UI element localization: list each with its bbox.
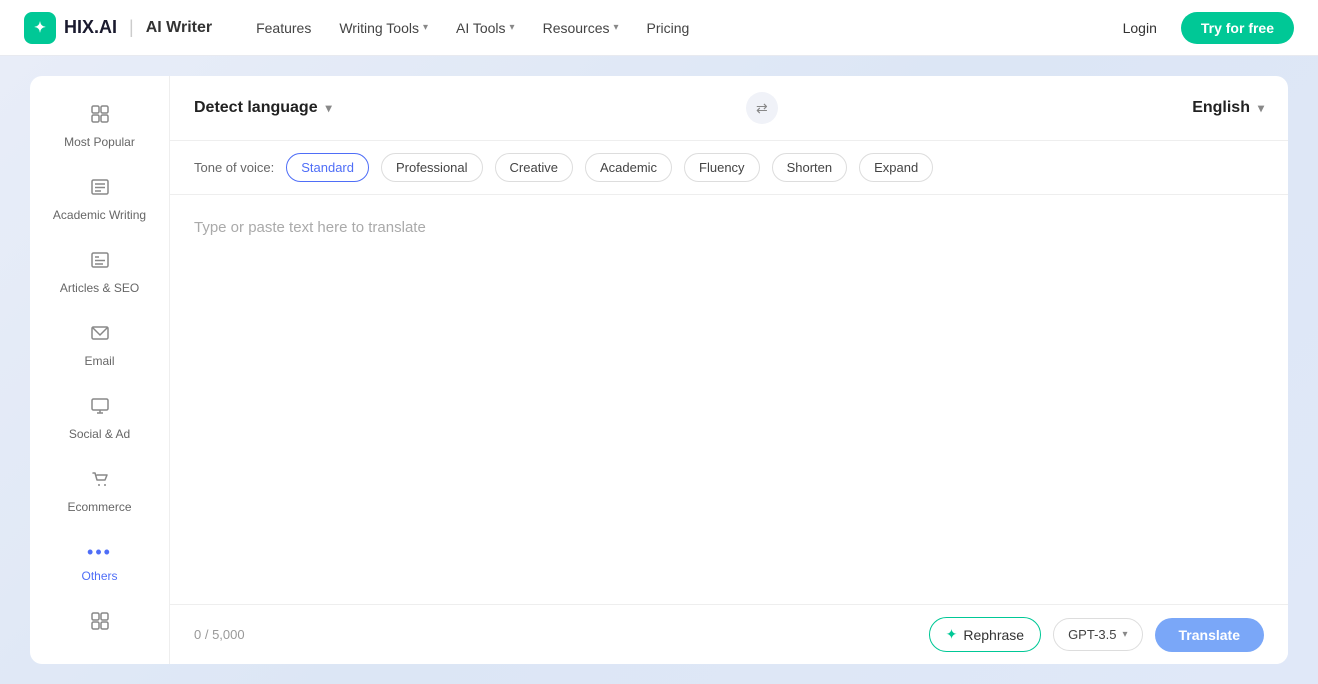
swap-language-button[interactable]: ⇄ xyxy=(746,92,778,124)
sidebar-label: Email xyxy=(84,354,114,368)
english-chevron-icon: ▾ xyxy=(1258,101,1264,115)
rephrase-label: Rephrase xyxy=(963,627,1024,643)
gpt-chevron-icon: ▾ xyxy=(1122,629,1127,640)
gpt-model-select[interactable]: GPT-3.5 ▾ xyxy=(1053,618,1142,651)
detect-chevron-icon: ▾ xyxy=(326,101,332,115)
tone-creative[interactable]: Creative xyxy=(495,153,573,182)
main-content: Detect language ▾ ⇄ English ▾ Tone of vo… xyxy=(170,76,1288,664)
sidebar-label: Academic Writing xyxy=(53,208,146,222)
tone-label: Tone of voice: xyxy=(194,160,274,175)
translate-button[interactable]: Translate xyxy=(1155,618,1264,652)
tone-expand[interactable]: Expand xyxy=(859,153,933,182)
chevron-icon: ▾ xyxy=(614,22,619,33)
chevron-icon: ▾ xyxy=(423,22,428,33)
swap-icon: ⇄ xyxy=(756,100,768,117)
page-content: Most Popular Academic Writing Articles &… xyxy=(0,56,1318,684)
logo-icon: ✦ xyxy=(24,12,56,44)
sidebar-item-ecommerce[interactable]: Ecommerce xyxy=(38,457,161,526)
logo-divider: | xyxy=(129,17,134,38)
tone-academic[interactable]: Academic xyxy=(585,153,672,182)
sidebar-item-academic-writing[interactable]: Academic Writing xyxy=(38,165,161,234)
sidebar-label: Social & Ad xyxy=(69,427,130,441)
tone-bar: Tone of voice: Standard Professional Cre… xyxy=(170,141,1288,195)
sidebar-item-others[interactable]: ••• Others xyxy=(38,530,161,595)
rephrase-button[interactable]: ✦ Rephrase xyxy=(929,617,1041,652)
academic-icon xyxy=(90,177,110,202)
all-icon xyxy=(90,611,110,636)
target-language-label: English xyxy=(1192,99,1250,117)
sidebar-item-most-popular[interactable]: Most Popular xyxy=(38,92,161,161)
nav-features[interactable]: Features xyxy=(244,14,323,42)
sidebar-item-email[interactable]: Email xyxy=(38,311,161,380)
footer-bar: 0 / 5,000 ✦ Rephrase GPT-3.5 ▾ Translate xyxy=(170,604,1288,664)
try-free-button[interactable]: Try for free xyxy=(1181,12,1294,44)
footer-actions: ✦ Rephrase GPT-3.5 ▾ Translate xyxy=(929,617,1264,652)
email-icon xyxy=(90,323,110,348)
detect-language-label: Detect language xyxy=(194,99,318,117)
articles-icon xyxy=(90,250,110,275)
others-icon: ••• xyxy=(87,542,112,563)
tone-fluency[interactable]: Fluency xyxy=(684,153,760,182)
sidebar-label: Others xyxy=(81,569,117,583)
tone-shorten[interactable]: Shorten xyxy=(772,153,848,182)
nav-links: Features Writing Tools ▾ AI Tools ▾ Reso… xyxy=(244,14,701,42)
logo-sub: AI Writer xyxy=(146,19,212,37)
sidebar-label: Ecommerce xyxy=(67,500,131,514)
translate-input-area[interactable]: Type or paste text here to translate xyxy=(170,195,1288,604)
nav-resources[interactable]: Resources ▾ xyxy=(531,14,631,42)
ecommerce-icon xyxy=(90,469,110,494)
detect-language-button[interactable]: Detect language ▾ xyxy=(194,99,332,117)
nav-right: Login Try for free xyxy=(1111,12,1294,44)
sidebar-item-all[interactable] xyxy=(38,599,161,648)
login-button[interactable]: Login xyxy=(1111,14,1169,42)
sidebar-item-social-ad[interactable]: Social & Ad xyxy=(38,384,161,453)
word-count: 0 / 5,000 xyxy=(194,627,245,642)
nav-ai-tools[interactable]: AI Tools ▾ xyxy=(444,14,527,42)
sidebar-label: Articles & SEO xyxy=(60,281,139,295)
target-language-button[interactable]: English ▾ xyxy=(1192,99,1264,117)
nav-writing-tools[interactable]: Writing Tools ▾ xyxy=(327,14,440,42)
tone-professional[interactable]: Professional xyxy=(381,153,483,182)
most-popular-icon xyxy=(90,104,110,129)
nav-left: ✦ HIX.AI | AI Writer Features Writing To… xyxy=(24,12,701,44)
tone-standard[interactable]: Standard xyxy=(286,153,369,182)
chevron-icon: ▾ xyxy=(510,22,515,33)
rephrase-icon: ✦ xyxy=(946,626,958,643)
navbar: ✦ HIX.AI | AI Writer Features Writing To… xyxy=(0,0,1318,56)
social-icon xyxy=(90,396,110,421)
logo-text: HIX.AI xyxy=(64,17,117,38)
gpt-model-label: GPT-3.5 xyxy=(1068,627,1116,642)
logo[interactable]: ✦ HIX.AI | AI Writer xyxy=(24,12,212,44)
sidebar-label: Most Popular xyxy=(64,135,135,149)
textarea-placeholder: Type or paste text here to translate xyxy=(194,219,426,236)
sidebar-item-articles-seo[interactable]: Articles & SEO xyxy=(38,238,161,307)
sidebar: Most Popular Academic Writing Articles &… xyxy=(30,76,170,664)
language-bar: Detect language ▾ ⇄ English ▾ xyxy=(170,76,1288,141)
nav-pricing[interactable]: Pricing xyxy=(635,14,702,42)
